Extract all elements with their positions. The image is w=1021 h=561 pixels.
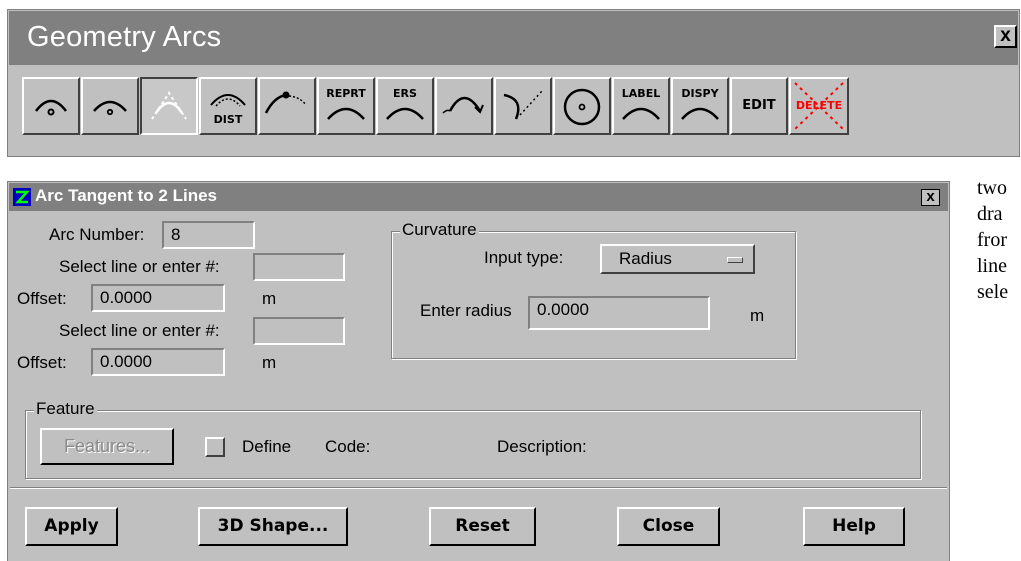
toolbar-title: Geometry Arcs — [27, 21, 222, 53]
circle-button[interactable] — [553, 77, 611, 135]
arc-erase-icon — [386, 107, 424, 120]
side-text-line: sele — [977, 281, 1009, 303]
select-line-1-label: Select line or enter #: — [59, 257, 220, 276]
apply-button[interactable]: Apply — [25, 507, 118, 546]
arc-center-button[interactable] — [22, 77, 80, 135]
arc-label-icon — [622, 107, 660, 120]
code-label: Code: — [325, 437, 371, 456]
arc-number-label: Arc Number: — [49, 225, 145, 244]
geometry-arcs-toolbar: Geometry Arcs x DIST REPRT ERS LABEL DIS… — [7, 9, 1020, 157]
arc-reverse-icon — [503, 90, 543, 120]
features-button[interactable]: Features... — [40, 428, 174, 465]
offset-1-field[interactable]: 0.0000 — [91, 284, 225, 312]
close-icon: x — [926, 188, 935, 205]
circle-icon — [563, 88, 601, 126]
arc-display-icon — [681, 107, 719, 120]
offset-2-label: Offset: — [17, 353, 67, 372]
offset-1-unit: m — [262, 289, 277, 308]
arc-from-point-button[interactable] — [258, 77, 316, 135]
enter-radius-field[interactable]: 0.0000 — [528, 296, 710, 330]
toolbar-close-button[interactable]: x — [994, 25, 1017, 48]
enter-radius-label: Enter radius — [420, 301, 512, 320]
select-line-1-field[interactable] — [253, 253, 345, 281]
dialog-title-bar[interactable]: Arc Tangent to 2 Lines x — [9, 183, 948, 211]
description-label: Description: — [497, 437, 587, 456]
toolbar-title-bar[interactable]: Geometry Arcs x — [9, 11, 1018, 65]
arc-from-point-icon — [264, 91, 307, 114]
arc-label-button[interactable]: LABEL — [612, 77, 670, 135]
arc-number-field[interactable]: 8 — [162, 221, 255, 249]
dialog-close-button[interactable]: x — [921, 189, 940, 206]
edit-icon: EDIT — [742, 98, 776, 113]
option-menu-indicator-icon — [727, 257, 743, 263]
edit-button[interactable]: EDIT — [730, 77, 788, 135]
arc-three-point-icon — [93, 100, 127, 116]
arc-distance-button[interactable]: DIST — [199, 77, 257, 135]
arc-center-icon — [35, 99, 67, 116]
input-type-label: Input type: — [484, 248, 564, 267]
arc-reverse-button[interactable] — [494, 77, 552, 135]
arc-display-button[interactable]: DISPY — [671, 77, 729, 135]
delete-button[interactable]: DELETE — [789, 77, 849, 135]
arc-tangent-button[interactable] — [140, 77, 198, 135]
arc-tangent-dialog: Arc Tangent to 2 Lines x Arc Number: 8 S… — [7, 181, 950, 561]
side-text-line: line — [977, 255, 1007, 277]
shape-3d-button[interactable]: 3D Shape... — [198, 507, 348, 546]
radius-unit: m — [750, 306, 765, 325]
curvature-title: Curvature — [400, 220, 479, 240]
input-type-value: Radius — [619, 249, 672, 268]
side-text-line: fror — [977, 229, 1007, 251]
dialog-title: Arc Tangent to 2 Lines — [35, 186, 217, 205]
close-button[interactable]: Close — [617, 507, 720, 546]
delete-label: DELETE — [795, 99, 843, 112]
reset-button[interactable]: Reset — [429, 507, 536, 546]
side-document-text: two dra fror line sele — [977, 175, 1008, 305]
arc-distance-label: DIST — [213, 113, 243, 126]
arc-report-icon — [327, 107, 365, 120]
arc-curve-button[interactable] — [435, 77, 493, 135]
help-button[interactable]: Help — [803, 507, 905, 546]
feature-title: Feature — [34, 399, 97, 419]
side-text-line: dra — [977, 203, 1003, 225]
close-icon: x — [1000, 25, 1011, 46]
arc-erase-button[interactable]: ERS — [376, 77, 434, 135]
select-line-2-field[interactable] — [253, 317, 345, 345]
define-checkbox[interactable] — [205, 437, 225, 457]
side-text-line: two — [977, 177, 1007, 199]
offset-2-unit: m — [262, 353, 277, 372]
arc-curve-icon — [442, 96, 484, 114]
app-logo-icon — [13, 188, 31, 206]
offset-2-field[interactable]: 0.0000 — [91, 348, 225, 376]
select-line-2-label: Select line or enter #: — [59, 321, 220, 340]
offset-1-label: Offset: — [17, 289, 67, 308]
arc-three-point-button[interactable] — [81, 77, 139, 135]
dialog-separator — [10, 487, 947, 489]
define-label: Define — [242, 437, 292, 456]
input-type-select[interactable]: Radius — [600, 244, 755, 274]
arc-tangent-icon — [151, 91, 187, 120]
arc-report-button[interactable]: REPRT — [317, 77, 375, 135]
